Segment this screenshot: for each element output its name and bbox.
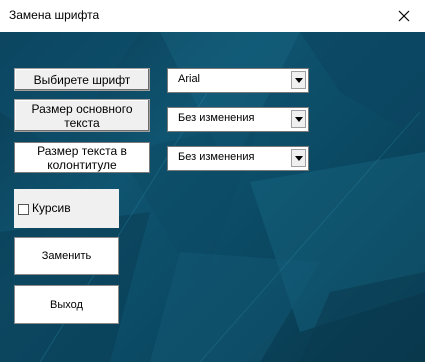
footer-size-dropdown-button[interactable]	[291, 149, 306, 167]
font-dropdown-button[interactable]	[291, 71, 306, 89]
font-label-text: Выбирете шрифт	[33, 72, 131, 87]
footer-size-label-text: Размер текста в колонтитуле	[37, 143, 127, 172]
chevron-down-icon	[294, 77, 303, 83]
main-size-select-value: Без изменения	[178, 112, 255, 124]
dialog-client-area: Выбирете шрифт Arial Размер основного те…	[0, 32, 425, 362]
replace-button[interactable]: Заменить	[14, 237, 119, 275]
font-label: Выбирете шрифт	[14, 68, 150, 91]
footer-size-select-value: Без изменения	[178, 151, 255, 163]
main-size-dropdown-button[interactable]	[291, 110, 306, 128]
chevron-down-icon	[294, 155, 303, 161]
main-size-label: Размер основного текста	[14, 99, 150, 132]
chevron-down-icon	[294, 116, 303, 122]
font-select-value: Arial	[178, 73, 201, 85]
exit-button-label: Выход	[50, 298, 83, 311]
dialog-window: Замена шрифта Выбирете шрифт Arial Разме…	[0, 0, 425, 362]
main-size-select[interactable]: Без изменения	[167, 107, 309, 132]
footer-size-label: Размер текста в колонтитуле	[14, 142, 150, 173]
close-button[interactable]	[389, 1, 419, 31]
main-size-label-text: Размер основного текста	[31, 101, 133, 130]
footer-size-select[interactable]: Без изменения	[167, 146, 309, 171]
font-select[interactable]: Arial	[167, 68, 309, 93]
close-icon	[398, 10, 410, 22]
italic-checkbox-panel[interactable]: Курсив	[14, 189, 119, 228]
replace-button-label: Заменить	[41, 250, 92, 262]
window-title: Замена шрифта	[9, 8, 100, 22]
italic-checkbox-label[interactable]: Курсив	[32, 201, 71, 215]
italic-checkbox[interactable]	[18, 204, 29, 215]
title-bar: Замена шрифта	[0, 0, 425, 32]
exit-button[interactable]: Выход	[14, 285, 119, 324]
